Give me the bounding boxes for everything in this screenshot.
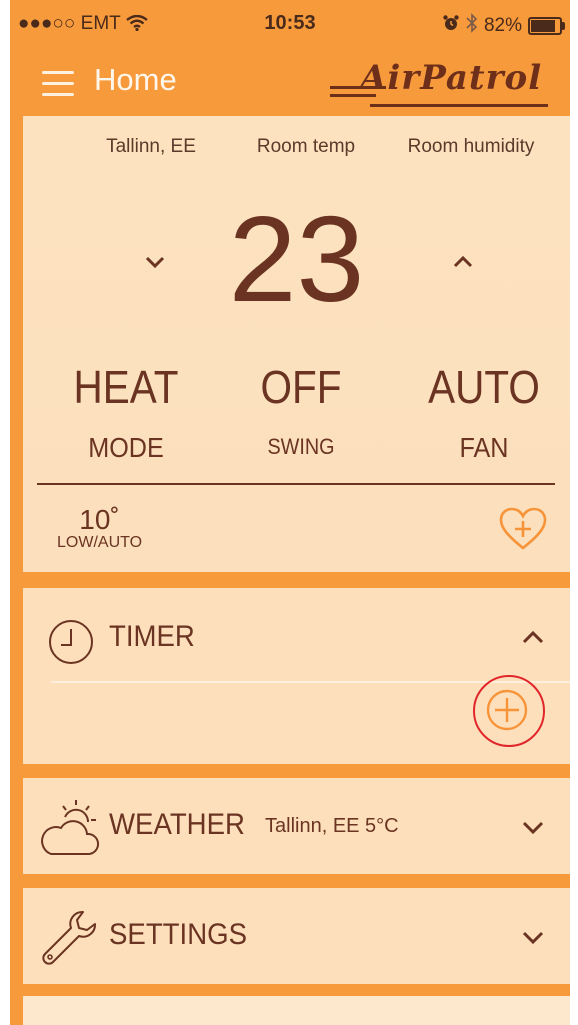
battery-percent: 82%: [483, 15, 522, 36]
clock-icon: [47, 618, 95, 671]
chevron-down-icon: [522, 931, 544, 945]
status-right: 82%: [442, 13, 565, 39]
settings-section[interactable]: SETTINGS: [23, 888, 570, 984]
fan-label: FAN: [459, 432, 509, 463]
room-humidity-stat: ‾ ‾ Room humidity: [391, 110, 551, 158]
room-temp-stat: ‾ ‾ Room temp: [226, 110, 386, 158]
collapse-timer-button[interactable]: [518, 622, 548, 652]
menu-icon[interactable]: [42, 71, 74, 97]
weather-cloud-sun-icon: [39, 796, 103, 865]
airpatrol-logo: AirPatrol: [330, 58, 560, 108]
swing-value[interactable]: OFF: [222, 360, 380, 414]
swing-label: SWING: [267, 434, 335, 459]
highlight-ring: [473, 675, 545, 747]
status-bar: ●●●○○ EMT 10:53 82%: [10, 0, 570, 50]
timer-title[interactable]: TIMER: [109, 620, 195, 654]
stat-label: Room temp: [256, 136, 356, 157]
stat-label: Room humidity: [407, 136, 535, 157]
bluetooth-icon: [466, 13, 478, 39]
favorite-heart-icon[interactable]: [498, 506, 548, 552]
wrench-icon: [39, 908, 99, 973]
battery-icon: [528, 17, 565, 35]
logo-text: AirPatrol: [360, 58, 543, 98]
alarm-icon: [442, 14, 460, 38]
expand-weather-button[interactable]: [518, 812, 548, 842]
temp-up-button[interactable]: [443, 246, 483, 286]
weather-title: WEATHER: [109, 808, 245, 841]
climate-card: ‾ ‾ Tallinn, EE ‾ ‾ Room temp ‾ ‾ Room h…: [23, 110, 570, 572]
setpoint-value: 10˚: [79, 504, 120, 535]
page-title: Home: [94, 62, 177, 97]
next-section-card: [23, 996, 570, 1025]
expand-settings-button[interactable]: [518, 922, 548, 952]
nav-bar: Home AirPatrol: [10, 50, 570, 116]
settings-title: SETTINGS: [109, 918, 248, 951]
target-temperature: 23: [228, 191, 365, 327]
weather-location: Tallinn, EE 5°C: [265, 815, 399, 837]
app-screen: ●●●○○ EMT 10:53 82% Home AirPatrol Talli…: [10, 0, 570, 1025]
divider: [37, 483, 555, 485]
fan-value[interactable]: AUTO: [405, 360, 563, 414]
outdoor-temp-stat: ‾ ‾ Tallinn, EE: [71, 110, 231, 158]
chevron-up-icon: [453, 255, 473, 268]
mode-label: MODE: [88, 432, 164, 463]
setpoint-label: LOW/AUTO: [57, 534, 143, 551]
chevron-up-icon: [522, 630, 544, 644]
stat-label: Tallinn, EE: [106, 136, 196, 157]
chevron-down-icon: [522, 821, 544, 835]
weather-section[interactable]: WEATHER Tallinn, EE 5°C: [23, 778, 570, 874]
mode-value[interactable]: HEAT: [47, 360, 205, 414]
favorite-setpoint: 10˚ LOW/AUTO: [57, 506, 142, 552]
